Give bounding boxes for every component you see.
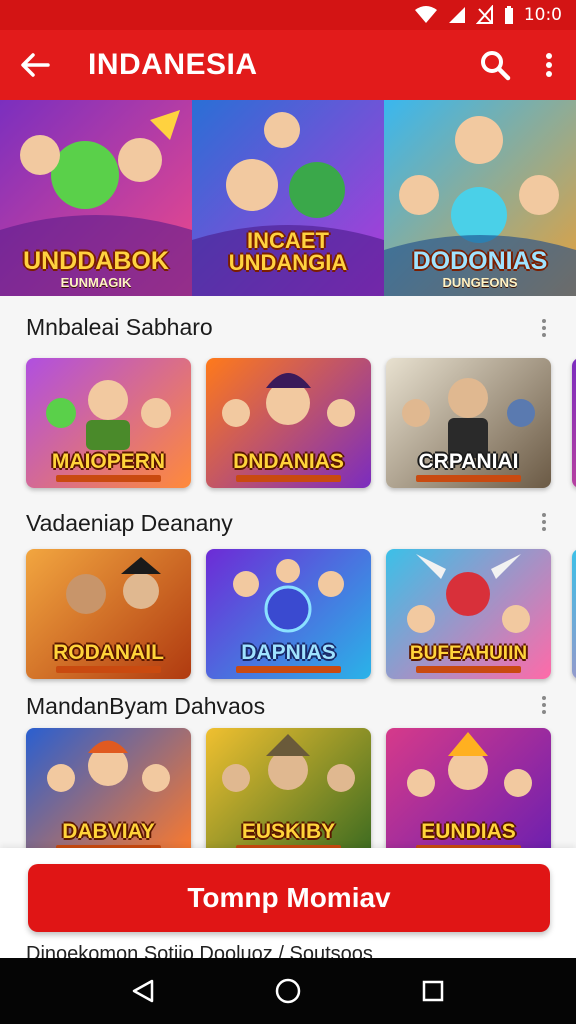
section-more-button[interactable] — [534, 510, 554, 534]
game-subtitle-band — [56, 666, 161, 673]
back-arrow-icon — [21, 53, 50, 77]
section-title: Mnbaleai Sabharo — [26, 314, 213, 340]
game-row: RODANAIL DAPNIAS BUFEAHUIIN — [26, 549, 576, 681]
section-more-button[interactable] — [534, 693, 554, 717]
system-nav-bar — [0, 958, 576, 1024]
screen: 10:0 INDANESIA UNDDABOK EUNMAGIK INCAET … — [0, 0, 576, 1024]
wifi-icon — [414, 5, 438, 25]
game-card[interactable] — [572, 549, 576, 679]
nav-back-button[interactable] — [113, 961, 173, 1021]
status-time: 10:0 — [523, 5, 562, 25]
bottom-action-sheet: Tomnp Momiav Dinoekomon Sotiio Dooluoz /… — [0, 848, 576, 958]
section-more-button[interactable] — [534, 316, 554, 340]
game-card[interactable]: MAIOPERN — [26, 358, 191, 488]
nav-home-button[interactable] — [258, 961, 318, 1021]
game-title: CRPANIAI — [418, 450, 519, 473]
hero-tile-3[interactable]: DODONIAS DUNGEONS — [384, 100, 576, 296]
hero-title: DODONIAS — [412, 247, 548, 275]
game-row: MAIOPERN DNDANIAS CRPANIAI — [26, 358, 576, 490]
nav-back-icon — [132, 979, 153, 1003]
hero-subtitle: DUNGEONS — [442, 275, 518, 290]
nav-recents-button[interactable] — [403, 961, 463, 1021]
game-title: RODANAIL — [53, 641, 164, 664]
game-subtitle-band — [416, 666, 521, 673]
game-card[interactable]: DAPNIAS — [206, 549, 371, 679]
game-card[interactable]: CRPANIAI — [386, 358, 551, 488]
hero-tile-2[interactable]: INCAET UNDANGIA — [192, 100, 384, 296]
game-row: DABVIAY EUSKIBY EUNDIAS — [26, 728, 576, 860]
game-title: DAPNIAS — [241, 641, 336, 664]
game-card[interactable]: RODANAIL — [26, 549, 191, 679]
game-card[interactable]: DNDANIAS — [206, 358, 371, 488]
game-title: MAIOPERN — [51, 450, 166, 473]
app-bar: INDANESIA — [0, 30, 576, 100]
game-title: EUSKIBY — [241, 820, 336, 843]
game-subtitle-band — [56, 475, 161, 482]
game-title: EUNDIAS — [421, 820, 516, 843]
more-vert-icon — [546, 53, 552, 77]
back-button[interactable] — [0, 30, 70, 100]
game-subtitle-band — [416, 475, 521, 482]
hero-subtitle: EUNMAGIK — [60, 275, 132, 290]
nav-home-icon — [275, 978, 301, 1004]
section-title: MandanByam Dahvaos — [26, 693, 266, 719]
status-bar: 10:0 — [0, 0, 576, 30]
game-subtitle-band — [236, 475, 341, 482]
overflow-menu-button[interactable] — [522, 30, 576, 100]
game-card[interactable]: BUFEAHUIIN — [386, 549, 551, 679]
search-button[interactable] — [468, 30, 522, 100]
footer-text: Dinoekomon Sotiio Dooluoz / Soutsoos — [26, 943, 373, 958]
game-title: DABVIAY — [62, 820, 155, 843]
page-title: INDANESIA — [88, 48, 258, 81]
game-card[interactable]: DABVIAY — [26, 728, 191, 858]
primary-action-button[interactable]: Tomnp Momiav — [28, 864, 550, 932]
hero-title: UNDDABOK — [23, 247, 169, 275]
signal-icon — [447, 5, 467, 25]
search-icon — [481, 51, 511, 81]
game-subtitle-band — [236, 666, 341, 673]
section-title: Vadaeniap Deanany — [26, 510, 233, 536]
game-card[interactable]: EUSKIBY — [206, 728, 371, 858]
game-card[interactable] — [572, 358, 576, 488]
hero-title: INCAET UNDANGIA — [228, 228, 348, 275]
game-title: BUFEAHUIIN — [409, 643, 528, 664]
hero-tile-1[interactable]: UNDDABOK EUNMAGIK — [0, 100, 192, 296]
battery-icon — [503, 5, 515, 25]
game-card[interactable]: EUNDIAS — [386, 728, 551, 858]
hero-banner[interactable]: UNDDABOK EUNMAGIK INCAET UNDANGIA DODONI… — [0, 100, 576, 296]
game-title: DNDANIAS — [233, 450, 344, 473]
no-signal-icon — [475, 5, 494, 25]
nav-recents-icon — [423, 980, 444, 1002]
